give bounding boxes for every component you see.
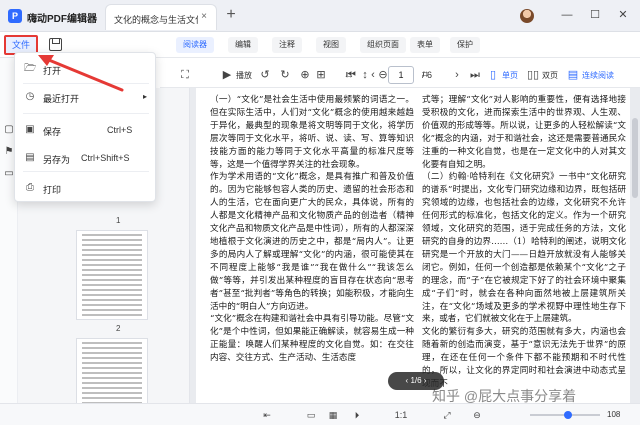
menu-item-print[interactable]: ⎙ 打印: [15, 177, 157, 199]
paragraph: 式等；理解“文化”对人影响的重要性，便有选择地接受积极的文化，进而探索生活中的世…: [422, 95, 626, 170]
continuous-icon[interactable]: ▤: [566, 68, 580, 82]
menu-divider: [23, 113, 149, 114]
single-page-icon[interactable]: ▯: [486, 68, 500, 82]
continuous-label[interactable]: 连续阅读: [582, 70, 614, 81]
paragraph: 作为学术用语的“文化”概念，是具有推广和普及价值的。因为它能够包容人类的历史、遗…: [210, 172, 414, 312]
menu-item-recent[interactable]: ◷ 最近打开 ▸: [15, 86, 157, 108]
maximize-button[interactable]: ☐: [588, 8, 602, 22]
menu-divider: [23, 83, 149, 84]
status-bar: ⇤ ▭ ▦ ⏵ 1:1 ⤢ ⊖ 108: [0, 403, 640, 425]
play-icon[interactable]: ▶: [220, 68, 234, 82]
tab-reader[interactable]: 阅读器: [176, 37, 214, 53]
submenu-arrow-icon: ▸: [142, 92, 147, 101]
tab-organize-pages[interactable]: 组织页面: [360, 37, 406, 53]
next-page-arrow-icon[interactable]: ›: [422, 376, 427, 385]
last-page-icon[interactable]: ⏭: [468, 68, 482, 82]
view-mode-icon[interactable]: ▭: [304, 408, 318, 422]
title-bar: P 嗨动PDF编辑器 文化的概念与生活文化... × + — ☐ ✕: [0, 0, 640, 32]
tab-protect[interactable]: 保护: [450, 37, 480, 53]
menu-item-label: 另存为: [43, 155, 71, 165]
select-icon[interactable]: ⛶: [178, 68, 192, 82]
menu-item-save[interactable]: ▣ 保存 Ctrl+S: [15, 119, 157, 141]
rotate-left-icon[interactable]: ↺: [258, 68, 272, 82]
grid-view-icon[interactable]: ▦: [326, 408, 340, 422]
thumbnail-number-1: 1: [116, 216, 121, 225]
paragraph: （一）“文化”是社会生活中使用最频繁的词语之一。但在实际生活中，人们对“文化”概…: [210, 95, 414, 170]
paragraph: “文化”概念在构建和谐社会中具有引导功能。尽管“文化”是个中性词，但如果能正确解…: [210, 314, 414, 364]
actual-size-icon[interactable]: 1:1: [394, 408, 408, 422]
app-title: 嗨动PDF编辑器: [27, 14, 97, 25]
print-icon: ⎙: [26, 182, 34, 193]
paragraph: 文化的繁衍有多大，研究的范围就有多大，内涵也会随着新的创造而演变，基于“意识无法…: [422, 327, 626, 389]
save-icon[interactable]: [49, 38, 62, 51]
prev-page-icon[interactable]: ‹: [366, 68, 380, 82]
app-logo-icon: P: [8, 9, 22, 23]
toolbar: ⛶ ▶ 播放 ↺ ↻ ⊕ ⊞ ↔ ↕ ⊖ ⊕ ⌗ ⏮ ‹ 1 / 6 › ⏭ ▯…: [160, 62, 640, 88]
first-page-icon[interactable]: ⏮: [344, 68, 358, 82]
play-label[interactable]: 播放: [236, 70, 252, 81]
page-number-input[interactable]: 1: [388, 66, 414, 84]
document-viewport: （一）“文化”是社会生活中使用最频繁的词语之一。但在实际生活中，人们对“文化”概…: [190, 88, 640, 403]
menu-item-shortcut: Ctrl+Shift+S: [81, 153, 130, 163]
tab-annotate[interactable]: 注释: [272, 37, 302, 53]
clock-icon: ◷: [25, 91, 35, 102]
next-page-icon[interactable]: ›: [450, 68, 464, 82]
fit-page-icon[interactable]: ⇤: [260, 408, 274, 422]
double-page-icon[interactable]: ▯▯: [526, 68, 540, 82]
fit-width-status-icon[interactable]: ⤢: [440, 408, 454, 422]
tab-form[interactable]: 表单: [410, 37, 440, 53]
menu-item-shortcut: Ctrl+S: [107, 125, 133, 135]
zoom-slider-handle[interactable]: [564, 411, 572, 419]
grid-icon[interactable]: ⊞: [314, 68, 328, 82]
menu-item-label: 保存: [43, 127, 62, 137]
avatar[interactable]: [520, 9, 534, 23]
tab-edit[interactable]: 编辑: [228, 37, 258, 53]
document-tab-label: 文化的概念与生活文化...: [114, 15, 198, 25]
rotate-right-icon[interactable]: ↻: [278, 68, 292, 82]
new-tab-button[interactable]: +: [222, 6, 240, 24]
close-tab-icon[interactable]: ×: [198, 11, 210, 23]
play-status-icon[interactable]: ⏵: [350, 408, 364, 422]
document-right-column: 式等；理解“文化”对人影响的重要性，便有选择地接受积极的文化，进而探索生活中的世…: [422, 94, 626, 391]
page-total: / 6: [422, 70, 433, 80]
watermark: 知乎 @屁大点事分享着: [432, 388, 577, 404]
menu-divider: [23, 171, 149, 172]
thumbnail-number-2: 2: [116, 324, 121, 333]
menu-item-open[interactable]: 🗁 打开: [15, 58, 157, 80]
tab-view[interactable]: 视图: [316, 37, 346, 53]
thumbnail-page-2[interactable]: [76, 230, 148, 320]
menu-item-save-as[interactable]: ▤ 另存为 Ctrl+Shift+S: [15, 147, 157, 169]
menu-item-label: 最近打开: [43, 94, 80, 104]
zoom-value: 108: [607, 410, 621, 419]
save-icon: ▣: [25, 124, 35, 135]
minimize-button[interactable]: —: [560, 8, 574, 22]
save-as-icon: ▤: [25, 152, 35, 163]
document-tab[interactable]: 文化的概念与生活文化... ×: [105, 4, 217, 30]
menu-item-label: 打开: [43, 66, 62, 76]
double-page-label[interactable]: 双页: [542, 70, 558, 81]
document-scrollbar[interactable]: [632, 118, 638, 198]
close-window-button[interactable]: ✕: [616, 8, 630, 22]
zoom-tool-icon[interactable]: ⊕: [298, 68, 312, 82]
menu-item-label: 打印: [43, 185, 62, 195]
folder-open-icon: 🗁: [24, 63, 37, 74]
document-left-column: （一）“文化”是社会生活中使用最频繁的词语之一。但在实际生活中，人们对“文化”概…: [210, 94, 414, 365]
document-page: （一）“文化”是社会生活中使用最频繁的词语之一。但在实际生活中，人们对“文化”概…: [196, 88, 630, 403]
zoom-out-status-icon[interactable]: ⊖: [470, 408, 484, 422]
paragraph: （二）约翰·哈特利在《文化研究》一书中“文化研究的谱系”时提出，文化专门研究边缘…: [422, 172, 626, 325]
single-page-label[interactable]: 单页: [502, 70, 518, 81]
file-dropdown-menu: 🗁 打开 ◷ 最近打开 ▸ ▣ 保存 Ctrl+S ▤ 另存为 Ctrl+Shi…: [14, 52, 156, 202]
page-indicator-label: 1/6: [410, 376, 422, 385]
